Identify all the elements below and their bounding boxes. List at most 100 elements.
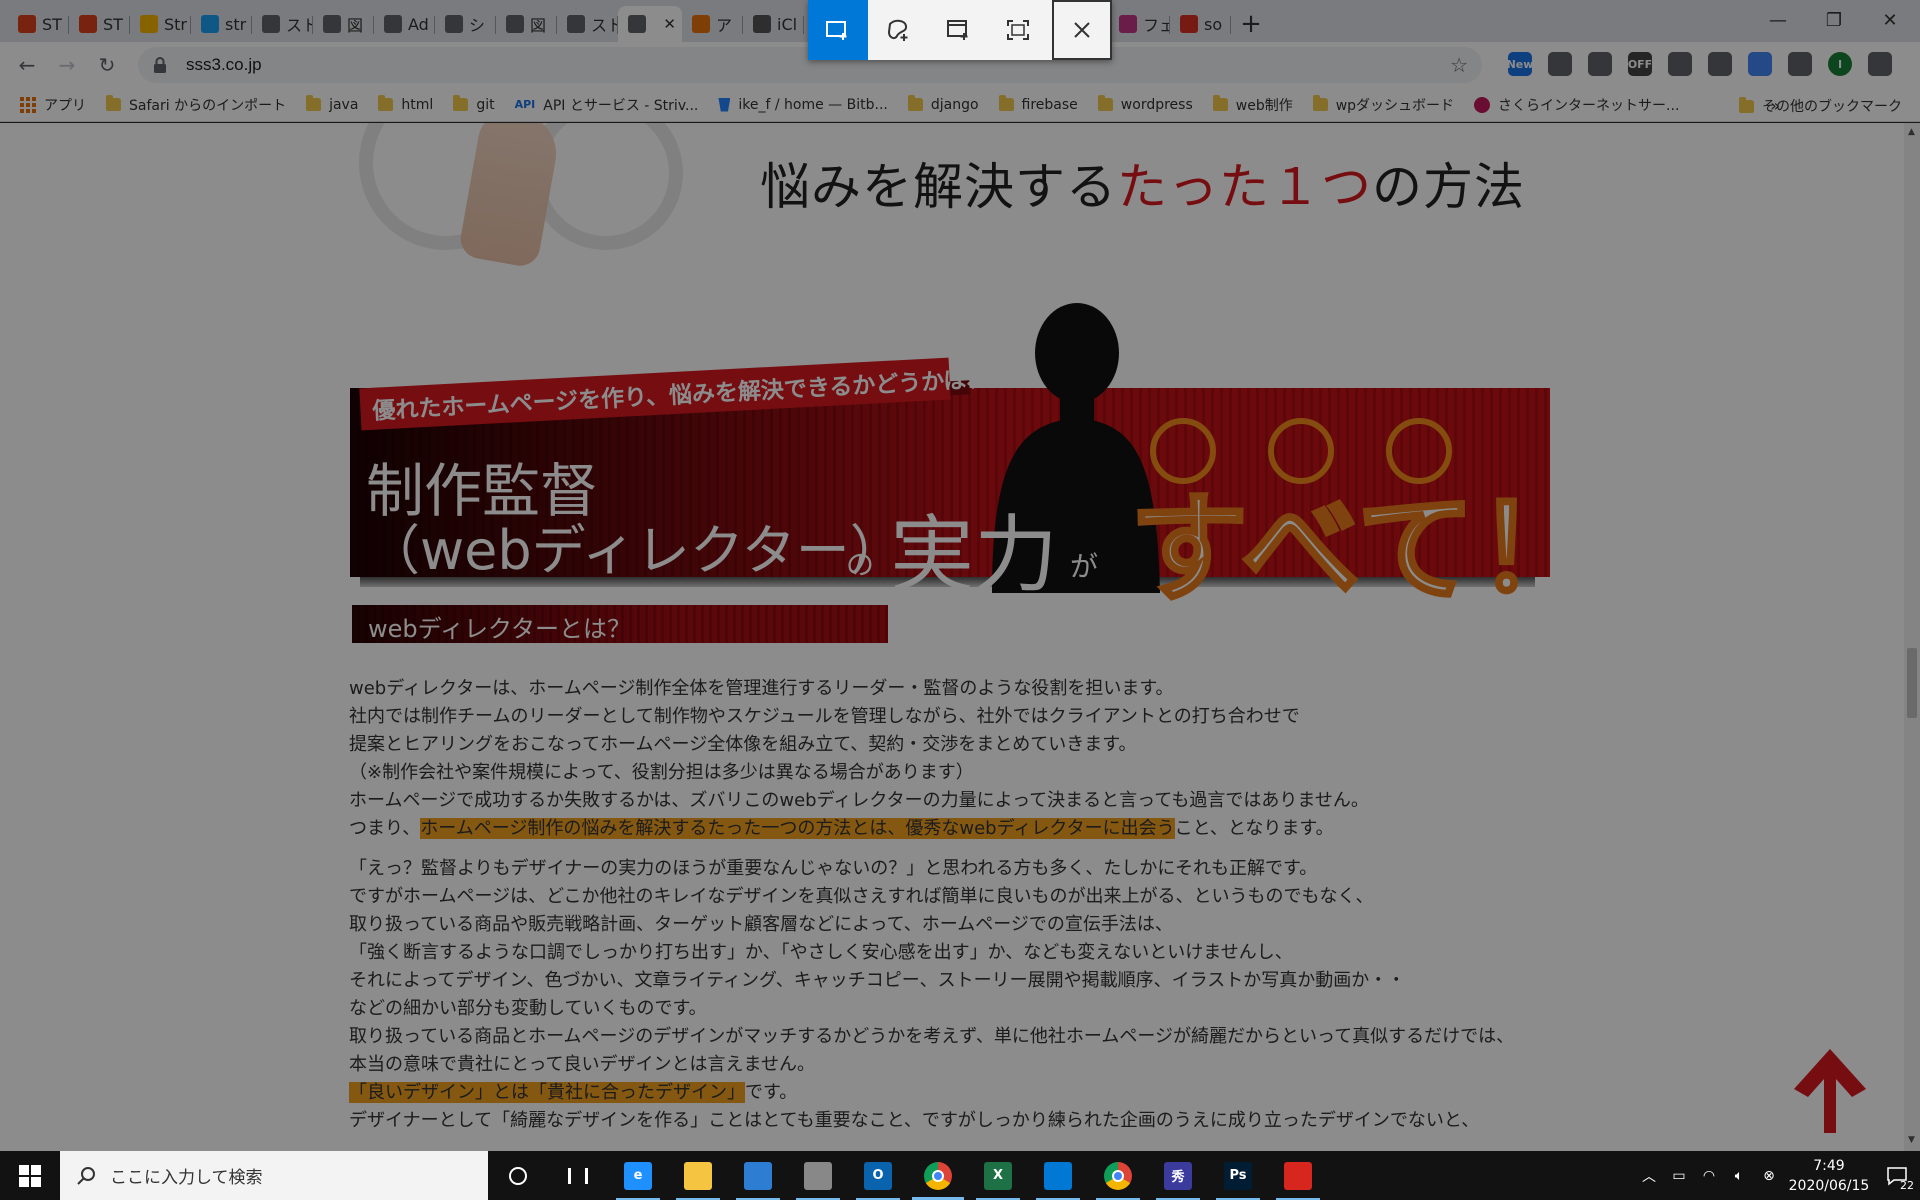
file-explorer-taskbar-button[interactable]	[668, 1151, 728, 1200]
wifi-icon[interactable]: ◠	[1694, 1168, 1724, 1184]
taskbar-search-box[interactable]: ここに入力して検索	[60, 1151, 488, 1200]
bookmark-label: アプリ	[44, 97, 86, 114]
bookmark-label: wordpress	[1120, 96, 1193, 113]
profile-avatar-icon[interactable]: I	[1828, 52, 1852, 76]
minimize-button[interactable]: —	[1748, 0, 1808, 40]
page-viewport: 悩みを解決するたった１つの方法 優れたホームページを作り、悩みを解決できるかどう…	[0, 123, 1904, 1151]
bookmark-label: API とサービス - Striv...	[543, 97, 699, 114]
browser-tab[interactable]: Str	[130, 6, 191, 42]
tab-title: スト	[286, 16, 313, 35]
bookmark-item[interactable]: API API とサービス - Striv...	[515, 95, 699, 115]
new-tab-button[interactable]: +	[1231, 6, 1271, 42]
off-badge-icon[interactable]: OFF	[1628, 52, 1652, 76]
bookmark-item[interactable]: wordpress	[1097, 95, 1193, 113]
window-close-button[interactable]: ✕	[1860, 0, 1920, 40]
bookmark-item[interactable]: wpダッシュボード	[1312, 95, 1454, 115]
browser-tab[interactable]: 図	[313, 6, 374, 42]
browser-tab[interactable]: Ad	[374, 6, 435, 42]
bookmark-item[interactable]: git	[453, 95, 495, 113]
google-translate-icon[interactable]	[1748, 52, 1772, 76]
bookmark-item[interactable]: Safari からのインポート	[106, 95, 286, 115]
fullscreen-snip-button[interactable]	[988, 0, 1048, 60]
browser-tab[interactable]: シ	[435, 6, 496, 42]
arrow-left-icon: ←	[18, 53, 36, 77]
edge-taskbar-button[interactable]: e	[608, 1151, 668, 1200]
apple-icon	[753, 15, 771, 33]
new-badge-icon[interactable]: New	[1507, 52, 1533, 76]
bookmark-item[interactable]: html	[378, 95, 433, 113]
no-network-icon[interactable]: ⊗	[1754, 1168, 1784, 1184]
vscode-icon	[1044, 1161, 1072, 1190]
browser-tab[interactable]: iCl	[743, 6, 804, 42]
bookmark-item[interactable]: django	[907, 95, 979, 113]
browser-tab[interactable]: フェ	[1109, 6, 1170, 42]
back-button[interactable]: ←	[12, 50, 42, 80]
store-taskbar-button[interactable]	[728, 1151, 788, 1200]
conclusion-suffix: こと、となります。	[1174, 818, 1334, 839]
volume-icon[interactable]: 🔈︎	[1724, 1168, 1754, 1184]
snip-close-button[interactable]	[1052, 0, 1112, 60]
browser-tab[interactable]: str	[191, 6, 252, 42]
printer-ext-icon[interactable]	[1668, 52, 1692, 76]
bookmark-item[interactable]: firebase	[998, 95, 1078, 113]
chrome-taskbar-button[interactable]	[908, 1151, 968, 1200]
browser-tab[interactable]: スト	[557, 6, 618, 42]
outlook-taskbar-button[interactable]: O	[848, 1151, 908, 1200]
battery-icon[interactable]: ▭	[1664, 1168, 1694, 1184]
photoshop-taskbar-button[interactable]: Ps	[1208, 1151, 1268, 1200]
kebab-menu-icon[interactable]	[1868, 52, 1892, 76]
reload-button[interactable]: ↻	[92, 50, 122, 80]
tab-title: ST	[103, 14, 123, 34]
bookmark-item[interactable]: java	[306, 95, 358, 113]
paragraph-2-last-line: デザイナーとして「綺麗なデザインを作る」ことはとても重要なこと、ですがしっかり練…	[349, 1110, 1480, 1131]
forward-button[interactable]: →	[52, 50, 82, 80]
window-snip-button[interactable]	[928, 0, 988, 60]
action-center-button[interactable]: 22	[1874, 1151, 1920, 1200]
rectangular-snip-button[interactable]	[808, 0, 868, 60]
tab-close-icon[interactable]: ✕	[663, 15, 676, 33]
bookmark-item[interactable]: アプリ	[20, 95, 86, 115]
network-app-taskbar-button[interactable]	[788, 1151, 848, 1200]
vuejs-icon[interactable]	[1588, 52, 1612, 76]
director-banner: 優れたホームページを作り、悩みを解決できるかどうかは、 制作監督 （webディレ…	[350, 303, 1597, 620]
freeform-snip-button[interactable]	[868, 0, 928, 60]
file-explorer-icon	[684, 1161, 712, 1190]
paragraph-line: 「強く断言するような口調でしっかり打ち出す」か、「やさしく安心感を出す」か、など…	[349, 942, 1293, 963]
chevron-up-icon[interactable]: ︿	[1634, 1166, 1664, 1186]
excel-taskbar-button[interactable]: X	[968, 1151, 1028, 1200]
tomato-ext-icon[interactable]	[1708, 52, 1732, 76]
scroll-up-icon[interactable]: ▲	[1908, 127, 1915, 137]
headline-prefix: 悩みを解決する	[760, 158, 1117, 216]
acrobat-taskbar-button[interactable]	[1268, 1151, 1328, 1200]
scroll-down-icon[interactable]: ▼	[1908, 1135, 1915, 1145]
puzzle-icon[interactable]	[1788, 52, 1812, 76]
taskbar-clock[interactable]: 7:49 2020/06/15	[1784, 1156, 1874, 1196]
browser-tab[interactable]: ST	[69, 6, 130, 42]
bookmark-star-icon[interactable]: ☆	[1450, 53, 1468, 77]
circle-ext-icon[interactable]	[1548, 52, 1572, 76]
bookmark-item[interactable]: web制作	[1212, 95, 1293, 115]
bookmark-item[interactable]: ike_f / home — Bitb...	[718, 97, 888, 113]
browser-tab[interactable]: 図	[496, 6, 557, 42]
browser-tab[interactable]: ア	[682, 6, 743, 42]
bookmark-item[interactable]: さくらインターネットサー...	[1474, 95, 1679, 115]
start-button[interactable]	[0, 1151, 60, 1200]
cortana-taskbar-button[interactable]	[488, 1151, 548, 1200]
browser-tab[interactable]: スト	[252, 6, 313, 42]
chrome-taskbar-button[interactable]	[1088, 1151, 1148, 1200]
api-icon: API	[514, 98, 536, 111]
scroll-thumb[interactable]	[1907, 648, 1917, 718]
page-top-arrow-icon[interactable]	[1790, 1045, 1870, 1135]
tab-title: フェ	[1143, 16, 1170, 35]
other-bookmarks[interactable]: その他のブックマーク	[1739, 96, 1902, 116]
browser-tab[interactable]: ✕	[618, 6, 682, 42]
paragraph-line: 「えっ？監督よりもデザイナーの実力のほうが重要なんじゃないの？」と思われる方も多…	[349, 858, 1318, 879]
restore-button[interactable]: ❐	[1804, 0, 1864, 40]
tab-title: str	[225, 14, 247, 34]
hidemaru-taskbar-button[interactable]: 秀	[1148, 1151, 1208, 1200]
browser-tab[interactable]: ST	[8, 6, 69, 42]
page-scrollbar[interactable]: ▲ ▼	[1904, 123, 1920, 1151]
task-view-taskbar-button[interactable]	[548, 1151, 608, 1200]
browser-tab[interactable]: so	[1170, 6, 1231, 42]
vscode-taskbar-button[interactable]	[1028, 1151, 1088, 1200]
